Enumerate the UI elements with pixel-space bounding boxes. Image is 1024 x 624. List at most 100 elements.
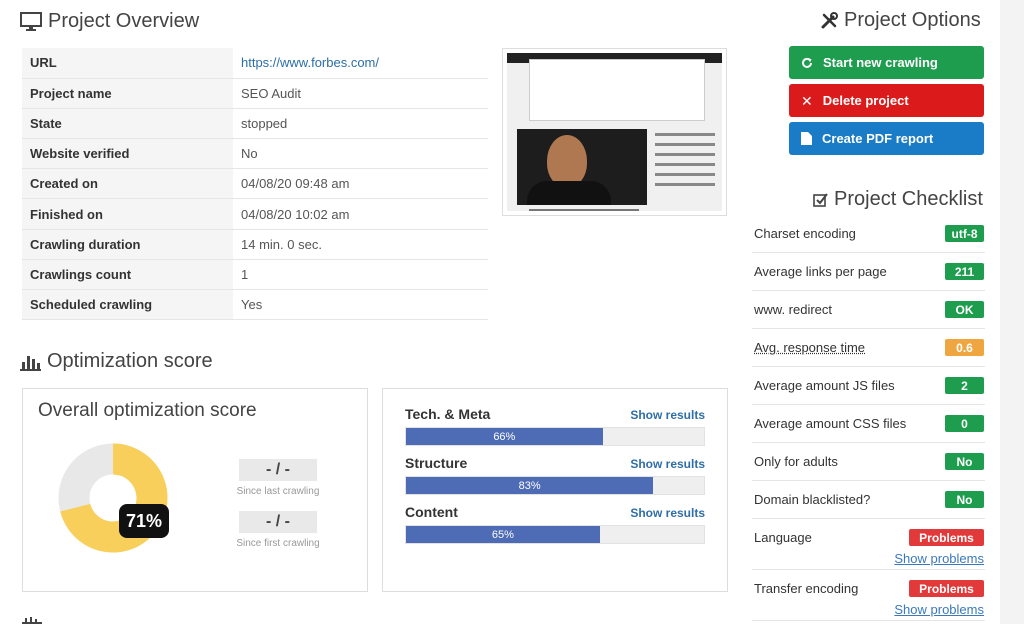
- show-results-link[interactable]: Show results: [630, 457, 705, 471]
- project-overview-title: Project Overview: [48, 10, 200, 32]
- thumbnail-popup: [529, 59, 705, 121]
- category-scores-card: Tech. & Meta Show results 66% Structure …: [382, 388, 728, 592]
- show-results-link[interactable]: Show results: [630, 408, 705, 422]
- since-last-crawling: - / - Since last crawling: [223, 459, 333, 497]
- show-results-link[interactable]: Show results: [630, 506, 705, 520]
- progress-bar: 83%: [405, 476, 705, 495]
- optimization-score-title: Optimization score: [47, 350, 213, 372]
- progress-fill: 83%: [406, 477, 654, 494]
- row-value: SEO Audit: [233, 78, 488, 109]
- row-key: Finished on: [22, 198, 233, 230]
- overall-score-percent: 71%: [119, 504, 169, 538]
- table-row: Crawling duration 14 min. 0 sec.: [22, 229, 488, 260]
- status-badge: 0.6: [945, 339, 984, 356]
- score-row-name: Tech. & Meta: [405, 406, 491, 422]
- optimization-score-heading: Optimization score: [20, 350, 213, 373]
- checklist-item: Only for adults No: [752, 443, 985, 481]
- checklist-item: www. redirect OK: [752, 291, 985, 329]
- close-icon: ✕: [801, 92, 813, 109]
- row-value: 04/08/20 10:02 am: [233, 198, 488, 230]
- status-badge: OK: [945, 301, 984, 318]
- checklist-item: Charset encoding utf-8: [752, 215, 985, 253]
- project-checklist-heading: Project Checklist: [813, 188, 983, 211]
- row-value: https://www.forbes.com/: [233, 48, 488, 79]
- progress-fill: 66%: [406, 428, 603, 445]
- page-scrollbar[interactable]: [1000, 0, 1024, 624]
- row-value: 1: [233, 259, 488, 291]
- show-problems-link[interactable]: Show problems: [894, 602, 984, 617]
- tools-icon: [821, 11, 838, 28]
- since-first-label: Since first crawling: [236, 538, 320, 549]
- table-row: URL https://www.forbes.com/: [22, 48, 488, 79]
- overall-score-title: Overall optimization score: [38, 400, 257, 421]
- checklist-item: Domain blacklisted? No: [752, 481, 985, 519]
- table-row: Project name SEO Audit: [22, 78, 488, 109]
- monitor-icon: [20, 11, 42, 31]
- table-row: Website verified No: [22, 138, 488, 170]
- since-last-value: - / -: [239, 459, 317, 481]
- status-badge: No: [945, 453, 984, 470]
- row-key: State: [22, 108, 233, 140]
- project-overview-heading: Project Overview: [20, 10, 199, 33]
- thumbnail-photo: [517, 129, 647, 205]
- status-badge: 211: [945, 263, 984, 280]
- row-key: Scheduled crawling: [22, 289, 233, 321]
- row-key: URL: [22, 48, 233, 79]
- start-new-crawling-button[interactable]: Start new crawling: [789, 46, 984, 79]
- checkbox-icon: [813, 193, 828, 207]
- score-row-tech-meta: Tech. & Meta Show results 66%: [405, 404, 705, 446]
- row-value: stopped: [233, 108, 488, 140]
- thumbnail-text-lines: [655, 133, 715, 193]
- overall-score-card: Overall optimization score 71% - / - Sin…: [22, 388, 368, 592]
- status-badge: Problems: [909, 580, 984, 597]
- checklist-label: Charset encoding: [754, 226, 856, 241]
- progress-fill: 65%: [406, 526, 600, 543]
- table-row: Finished on 04/08/20 10:02 am: [22, 198, 488, 230]
- row-key: Created on: [22, 168, 233, 200]
- table-row: Crawlings count 1: [22, 259, 488, 291]
- table-row: State stopped: [22, 108, 488, 140]
- checklist-label: Language: [754, 530, 812, 545]
- delete-project-button[interactable]: ✕ Delete project: [789, 84, 984, 117]
- score-row-content: Content Show results 65%: [405, 502, 705, 544]
- checklist-label: Only for adults: [754, 454, 838, 469]
- row-value: 14 min. 0 sec.: [233, 229, 488, 260]
- checklist-label[interactable]: Avg. response time: [754, 340, 865, 355]
- checklist-item: Average amount JS files 2: [752, 367, 985, 405]
- website-screenshot-thumbnail[interactable]: [502, 48, 727, 216]
- delete-project-label: Delete project: [822, 93, 909, 108]
- checklist-label: Average amount CSS files: [754, 416, 907, 431]
- status-badge: utf-8: [945, 225, 984, 242]
- bar-chart-icon: [20, 355, 41, 371]
- checklist-item: Transfer encoding Problems Show problems: [752, 570, 985, 621]
- checklist-label: www. redirect: [754, 302, 833, 317]
- since-first-crawling: - / - Since first crawling: [223, 511, 333, 549]
- score-row-structure: Structure Show results 83%: [405, 453, 705, 495]
- score-row-name: Structure: [405, 455, 468, 471]
- progress-bar: 65%: [405, 525, 705, 544]
- row-key: Project name: [22, 78, 233, 109]
- file-icon: [801, 132, 812, 145]
- table-row: Created on 04/08/20 09:48 am: [22, 168, 488, 200]
- checklist-label: Average links per page: [754, 264, 887, 279]
- create-pdf-report-button[interactable]: Create PDF report: [789, 122, 984, 155]
- show-problems-link[interactable]: Show problems: [894, 551, 984, 566]
- since-first-value: - / -: [239, 511, 317, 533]
- project-url-link[interactable]: https://www.forbes.com/: [241, 55, 379, 70]
- checklist-label: Domain blacklisted?: [754, 492, 871, 507]
- status-badge: No: [945, 491, 984, 508]
- project-options-heading: Project Options: [820, 9, 981, 32]
- row-value: 04/08/20 09:48 am: [233, 168, 488, 200]
- website-screenshot-image: [507, 53, 722, 211]
- since-last-label: Since last crawling: [236, 486, 320, 497]
- start-new-crawling-label: Start new crawling: [823, 55, 938, 70]
- refresh-icon: [802, 57, 812, 68]
- row-key: Crawlings count: [22, 259, 233, 291]
- thumbnail-caption: [529, 209, 639, 211]
- checklist-item: Avg. response time 0.6: [752, 329, 985, 367]
- partial-section-icon: [22, 617, 42, 624]
- overview-table: URL https://www.forbes.com/ Project name…: [22, 48, 488, 321]
- status-badge: 0: [945, 415, 984, 432]
- row-value: No: [233, 138, 488, 170]
- project-checklist: Charset encoding utf-8 Average links per…: [752, 215, 985, 621]
